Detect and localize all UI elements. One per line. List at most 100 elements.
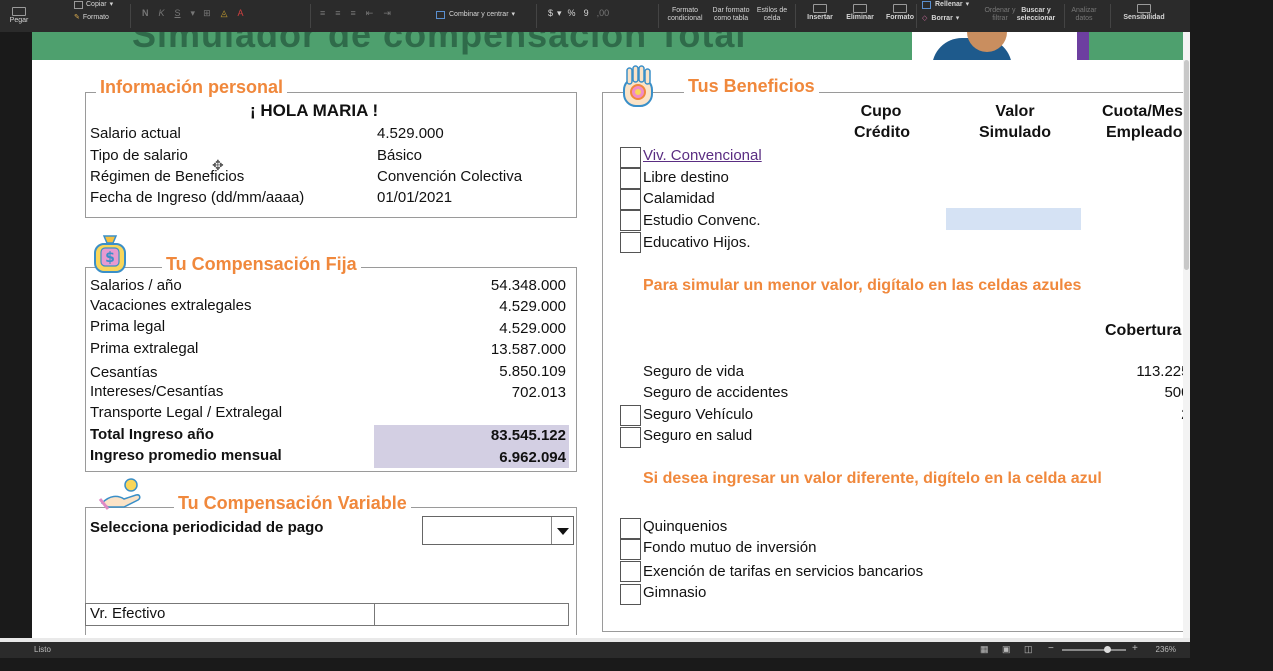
chevron-down-icon[interactable]	[551, 517, 573, 544]
fixed-row-value: 13.587.000	[490, 341, 566, 358]
borders-icon[interactable]: ⊞	[203, 9, 211, 18]
font-style-buttons[interactable]: N K S ▾ ⊞ ◬ A	[142, 9, 244, 18]
find-select-button[interactable]: Buscar y seleccionar	[1016, 7, 1056, 23]
normal-view-icon[interactable]: ▦	[980, 644, 989, 655]
copy-icon	[74, 1, 83, 9]
insurance-label: Seguro en salud	[643, 427, 753, 444]
chevron-down-icon: ▾	[109, 1, 114, 8]
number-format-buttons[interactable]: $ ▾ % 9 ,00	[548, 8, 610, 18]
thousands-icon[interactable]: 9	[584, 9, 589, 18]
alignment-buttons[interactable]: ≡ ≡ ≡ ⇤ ⇥	[320, 9, 391, 18]
chevron-down-icon: ▾	[955, 15, 960, 22]
delete-button[interactable]: Eliminar	[840, 4, 880, 22]
zoom-slider-handle[interactable]	[1104, 646, 1111, 653]
align-right-icon[interactable]: ≡	[351, 9, 356, 18]
monthly-avg-value: 6.962.094	[499, 449, 566, 466]
zoom-slider[interactable]	[1062, 649, 1126, 651]
conditional-format-label: Formato condicional	[667, 7, 703, 22]
format-as-table-button[interactable]: Dar formato como tabla	[706, 7, 756, 23]
salary-type-value: Básico	[377, 147, 423, 164]
chevron-down-icon: ▾	[557, 8, 562, 18]
format-painter-button[interactable]: ✎ Formato	[74, 14, 109, 22]
other-benefit-checkbox[interactable]	[620, 539, 641, 560]
pay-period-select[interactable]	[422, 516, 574, 545]
credit-checkbox[interactable]	[620, 189, 641, 210]
fixed-row-label: Vacaciones extralegales	[90, 297, 252, 314]
cash-label: Vr. Efectivo	[90, 605, 166, 622]
hire-date-label: Fecha de Ingreso (dd/mm/aaaa)	[90, 189, 305, 206]
cell-styles-button[interactable]: Estilos de celda	[754, 7, 790, 23]
fixed-row-label: Intereses/Cesantías	[90, 383, 224, 400]
insurance-checkbox[interactable]	[620, 405, 641, 426]
underline-icon[interactable]: S	[175, 9, 181, 18]
sensitivity-icon	[1137, 4, 1151, 13]
credit-checkbox[interactable]	[620, 147, 641, 168]
credit-label: Calamidad	[643, 190, 715, 207]
credit-checkbox[interactable]	[620, 168, 641, 189]
banner-title: Simulador de compensación Total	[132, 32, 747, 55]
hire-date-value: 01/01/2021	[377, 189, 453, 206]
fixed-row-value: 5.850.109	[499, 363, 566, 380]
personal-info-title: Información personal	[96, 77, 288, 98]
chevron-down-icon: ▾	[511, 11, 516, 18]
other-benefit-checkbox[interactable]	[620, 518, 641, 539]
merge-icon	[436, 11, 445, 19]
analyze-data-button[interactable]: Analizar datos	[1068, 7, 1100, 23]
copy-label: Copiar	[86, 1, 107, 8]
vertical-scrollbar-thumb[interactable]	[1184, 60, 1189, 270]
other-benefit-label: Fondo mutuo de inversión	[643, 539, 817, 556]
zoom-in-icon[interactable]: +	[1132, 643, 1138, 654]
find-select-label: Buscar y seleccionar	[1016, 7, 1056, 22]
worksheet[interactable]: Simulador de compensación Total Informac…	[32, 32, 1190, 638]
indent-icon[interactable]: ⇤	[366, 9, 374, 18]
credit-label[interactable]: Viv. Convencional	[643, 147, 762, 165]
fill-button[interactable]: Rellenar ▾	[922, 1, 969, 9]
col-cuota-line1: Cuota/Mes	[1102, 103, 1183, 120]
copy-button[interactable]: Copiar ▾	[74, 1, 113, 9]
merge-center-button[interactable]: Combinar y centrar ▾	[436, 11, 515, 19]
fill-color-icon[interactable]: ◬	[221, 9, 228, 18]
format-button[interactable]: Formato	[880, 4, 920, 22]
cursor-icon: ✥	[212, 157, 224, 173]
other-benefit-label: Exención de tarifas en servicios bancari…	[643, 563, 924, 580]
benefits-regime-value: Convención Colectiva	[377, 168, 523, 185]
percent-icon[interactable]: %	[568, 9, 576, 18]
simulated-value-input[interactable]	[946, 208, 1081, 230]
bold-icon[interactable]: N	[142, 9, 149, 18]
total-income-value: 83.545.122	[490, 427, 566, 444]
align-left-icon[interactable]: ≡	[320, 9, 325, 18]
decimal-icon[interactable]: ,00	[597, 9, 610, 18]
svg-text:$: $	[105, 250, 115, 266]
currency-icon[interactable]: $	[548, 9, 553, 18]
page-layout-icon[interactable]: ▣	[1002, 644, 1011, 655]
coverage-header: Cobertura	[1105, 322, 1182, 339]
conditional-format-button[interactable]: Formato condicional	[662, 7, 708, 23]
insurance-checkbox[interactable]	[620, 427, 641, 448]
clear-button[interactable]: ◇ Borrar ▾	[922, 15, 959, 23]
page-break-icon[interactable]: ◫	[1024, 644, 1033, 655]
other-benefit-checkbox[interactable]	[620, 561, 641, 582]
header-banner: Simulador de compensación Total	[32, 32, 1190, 60]
variable-comp-title: Tu Compensación Variable	[174, 493, 411, 514]
other-benefit-checkbox[interactable]	[620, 584, 641, 605]
paste-button[interactable]: Pegar	[4, 2, 34, 30]
font-color-icon[interactable]: A	[238, 9, 244, 18]
italic-icon[interactable]: K	[159, 9, 165, 18]
salary-value: 4.529.000	[377, 125, 444, 142]
sensitivity-button[interactable]: Sensibilidad	[1118, 4, 1170, 22]
zoom-level[interactable]: 236%	[1156, 645, 1176, 654]
credit-checkbox[interactable]	[620, 232, 641, 253]
insert-button[interactable]: Insertar	[800, 4, 840, 22]
sort-filter-button[interactable]: Ordenar y filtrar	[980, 7, 1020, 23]
credit-checkbox[interactable]	[620, 210, 641, 231]
outdent-icon[interactable]: ⇥	[383, 9, 391, 18]
greeting: ¡ HOLA MARIA !	[250, 101, 379, 120]
salary-type-label: Tipo de salario	[90, 147, 188, 164]
fixed-comp-title: Tu Compensación Fija	[162, 254, 361, 275]
fixed-row-value: 54.348.000	[490, 277, 566, 294]
zoom-out-icon[interactable]: −	[1048, 643, 1054, 654]
align-center-icon[interactable]: ≡	[335, 9, 340, 18]
clipboard-icon	[12, 7, 26, 16]
pay-period-label: Selecciona periodicidad de pago	[90, 519, 324, 536]
cash-value-input[interactable]	[374, 603, 569, 626]
